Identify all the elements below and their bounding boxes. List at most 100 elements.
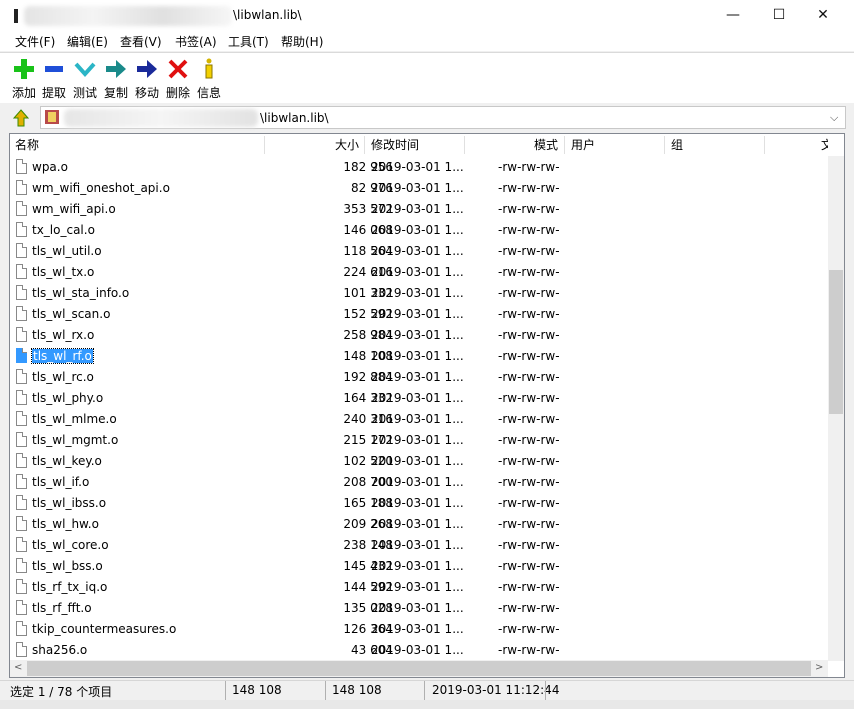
column-header-user[interactable]: 用户 (571, 134, 596, 156)
file-modified: 2019-03-01 1... (371, 475, 464, 489)
file-name: tls_rf_tx_iq.o (32, 580, 108, 594)
file-row[interactable]: wm_wifi_oneshot_api.o 82 976 2019-03-01 1.… (10, 178, 828, 199)
info-label: 信息 (196, 86, 221, 100)
file-mode: -rw-rw-rw- (498, 328, 560, 342)
menu-file[interactable]: 文件(F) (15, 33, 55, 50)
menu-bookmarks[interactable]: 书签(A) (175, 33, 217, 50)
file-icon (16, 432, 27, 447)
file-row[interactable]: tls_wl_bss.o 145 432 2019-03-01 1... -rw-rw… (10, 556, 828, 577)
menu-help[interactable]: 帮助(H) (281, 33, 323, 50)
file-row[interactable]: tls_wl_core.o 238 148 2019-03-01 1... -rw-r… (10, 535, 828, 556)
file-modified: 2019-03-01 1... (371, 517, 464, 531)
file-name: sha256.o (32, 643, 88, 657)
file-name: tls_wl_if.o (32, 475, 90, 489)
info-button[interactable]: 信息 (195, 56, 223, 101)
file-modified: 2019-03-01 1... (371, 244, 464, 258)
column-divider[interactable] (764, 136, 765, 154)
file-modified: 2019-03-01 1... (371, 160, 464, 174)
file-modified: 2019-03-01 1... (371, 433, 464, 447)
file-row[interactable]: wm_wifi_api.o 353 572 2019-03-01 1... -rw-r… (10, 199, 828, 220)
file-row[interactable]: tls_wl_mlme.o 240 316 2019-03-01 1... -rw-r… (10, 409, 828, 430)
file-icon (16, 411, 27, 426)
maximize-button[interactable]: ☐ (756, 0, 802, 31)
file-modified: 2019-03-01 1... (371, 265, 464, 279)
scroll-right-icon[interactable]: > (815, 662, 823, 673)
file-row[interactable]: tx_lo_cal.o 146 068 2019-03-01 1... -rw-rw-… (10, 220, 828, 241)
column-header-mode[interactable]: 模式 (534, 134, 559, 156)
scroll-left-icon[interactable]: < (14, 662, 22, 673)
vertical-scroll-thumb[interactable] (829, 270, 843, 414)
address-dropdown-icon[interactable]: ⌵ (830, 111, 838, 125)
file-row[interactable]: tls_wl_phy.o 164 332 2019-03-01 1... -rw-rw… (10, 388, 828, 409)
file-row[interactable]: tkip_countermeasures.o 126 364 2019-03-01 … (10, 619, 828, 640)
menu-edit[interactable]: 编辑(E) (67, 33, 108, 50)
column-divider[interactable] (264, 136, 265, 154)
file-row[interactable]: tls_wl_sta_info.o 101 332 2019-03-01 1... -… (10, 283, 828, 304)
file-icon (16, 264, 27, 279)
file-row[interactable]: tls_wl_tx.o 224 616 2019-03-01 1... -rw-rw-… (10, 262, 828, 283)
file-name: tkip_countermeasures.o (32, 622, 177, 636)
file-row[interactable]: tls_wl_rc.o 192 884 2019-03-01 1... -rw-rw-… (10, 367, 828, 388)
status-divider (225, 681, 226, 700)
minimize-button[interactable]: — (710, 0, 756, 31)
file-modified: 2019-03-01 1... (371, 622, 464, 636)
file-row[interactable]: tls_wl_hw.o 209 268 2019-03-01 1... -rw-rw-… (10, 514, 828, 535)
status-selection: 选定 1 / 78 个项目 (10, 685, 113, 699)
file-row[interactable]: tls_wl_ibss.o 165 188 2019-03-01 1... -rw-r… (10, 493, 828, 514)
menu-tools[interactable]: 工具(T) (228, 33, 269, 50)
file-name: wpa.o (32, 160, 68, 174)
close-button[interactable]: ✕ (800, 0, 846, 31)
column-divider[interactable] (364, 136, 365, 154)
file-row[interactable]: tls_rf_fft.o 135 028 2019-03-01 1... -rw-rw… (10, 598, 828, 619)
column-divider[interactable] (564, 136, 565, 154)
copy-icon (102, 56, 130, 82)
file-icon (16, 474, 27, 489)
move-button[interactable]: 移动 (133, 56, 161, 101)
menu-view[interactable]: 查看(V) (120, 33, 162, 50)
test-button[interactable]: 测试 (71, 56, 99, 101)
file-row[interactable]: wpa.o 182 956 2019-03-01 1... -rw-rw-rw- (10, 157, 828, 178)
move-icon (133, 56, 161, 82)
extract-button[interactable]: 提取 (40, 56, 68, 101)
file-row[interactable]: tls_wl_util.o 118 564 2019-03-01 1... -rw-r… (10, 241, 828, 262)
add-button[interactable]: 添加 (10, 56, 38, 101)
file-row[interactable]: tls_wl_if.o 208 700 2019-03-01 1... -rw-rw-… (10, 472, 828, 493)
column-header-size[interactable]: 大小 (335, 134, 360, 156)
file-modified: 2019-03-01 1... (371, 643, 464, 657)
test-icon (71, 56, 99, 82)
copy-button[interactable]: 复制 (102, 56, 130, 101)
file-row[interactable]: tls_wl_mgmt.o 215 172 2019-03-01 1... -rw-r… (10, 430, 828, 451)
file-name: tls_wl_sta_info.o (32, 286, 130, 300)
file-modified: 2019-03-01 1... (371, 496, 464, 510)
file-row[interactable]: sha256.o 43 604 2019-03-01 1... -rw-rw-rw- (10, 640, 828, 661)
file-row[interactable]: tls_wl_rf.o 148 108 2019-03-01 1... -rw-rw-… (10, 346, 828, 367)
file-name: tls_wl_tx.o (32, 265, 95, 279)
file-icon (16, 642, 27, 657)
column-header-group[interactable]: 组 (671, 134, 684, 156)
file-row[interactable]: tls_wl_scan.o 152 592 2019-03-01 1... -rw-r… (10, 304, 828, 325)
info-icon (195, 56, 223, 82)
horizontal-scroll-thumb[interactable] (27, 661, 811, 676)
file-modified: 2019-03-01 1... (371, 223, 464, 237)
column-divider[interactable] (464, 136, 465, 154)
column-header-name[interactable]: 名称 (15, 134, 40, 156)
column-header-more[interactable]: 文 (821, 134, 828, 156)
status-divider (325, 681, 326, 700)
file-name: tls_wl_rx.o (32, 328, 95, 342)
file-modified: 2019-03-01 1... (371, 307, 464, 321)
status-bar (0, 680, 854, 701)
file-icon (16, 516, 27, 531)
file-icon (16, 327, 27, 342)
file-modified: 2019-03-01 1... (371, 580, 464, 594)
column-divider[interactable] (664, 136, 665, 154)
file-row[interactable]: tls_wl_key.o 102 520 2019-03-01 1... -rw-rw… (10, 451, 828, 472)
column-header-modified[interactable]: 修改时间 (371, 134, 420, 156)
file-modified: 2019-03-01 1... (371, 328, 464, 342)
up-folder-button[interactable] (11, 108, 31, 128)
file-row[interactable]: tls_rf_tx_iq.o 144 592 2019-03-01 1... -rw-… (10, 577, 828, 598)
delete-button[interactable]: 删除 (164, 56, 192, 101)
file-name: tx_lo_cal.o (32, 223, 95, 237)
file-row[interactable]: tls_wl_rx.o 258 984 2019-03-01 1... -rw-rw-… (10, 325, 828, 346)
up-arrow-icon (12, 109, 30, 127)
address-path: \libwlan.lib\ (260, 111, 329, 125)
